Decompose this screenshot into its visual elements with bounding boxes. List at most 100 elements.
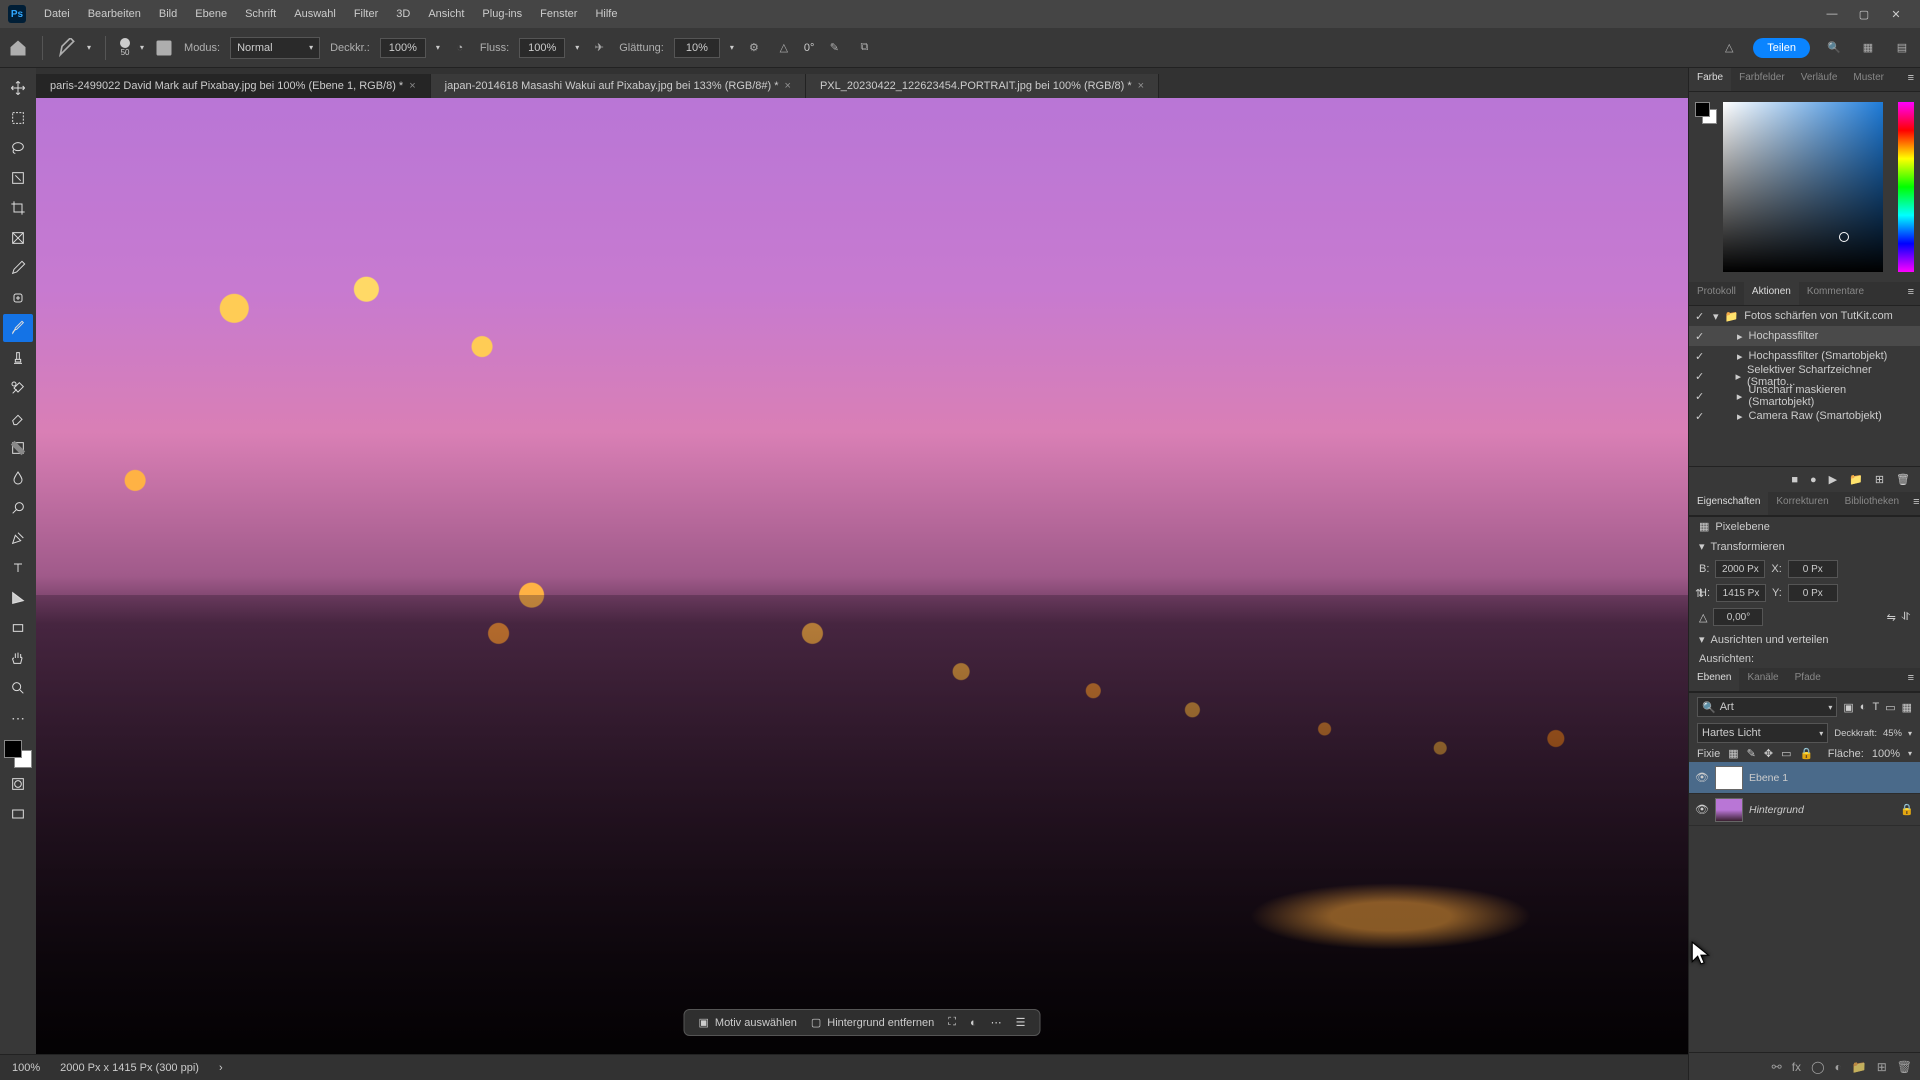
search-icon[interactable]: 🔍 <box>1824 38 1844 58</box>
menu-fenster[interactable]: Fenster <box>532 4 585 24</box>
tab-verlaufe[interactable]: Verläufe <box>1793 68 1846 91</box>
rectangle-tool[interactable] <box>3 614 33 642</box>
adjustment-icon[interactable]: ◐ <box>1835 1060 1842 1074</box>
filter-type-icon[interactable]: T <box>1872 701 1879 714</box>
fx-icon[interactable]: fx <box>1792 1060 1801 1074</box>
panel-menu-icon[interactable]: ≡ <box>1902 668 1920 691</box>
hue-slider[interactable] <box>1898 102 1914 272</box>
width-input[interactable]: 2000 Px <box>1715 560 1765 578</box>
play-icon[interactable]: ▶ <box>1829 473 1837 486</box>
gear-icon[interactable]: ⚙ <box>744 38 764 58</box>
panel-menu-icon[interactable]: ≡ <box>1907 492 1920 515</box>
layer-thumbnail[interactable] <box>1715 766 1743 790</box>
menu-auswahl[interactable]: Auswahl <box>286 4 344 24</box>
action-item[interactable]: ✓▸Camera Raw (Smartobjekt) <box>1689 406 1920 426</box>
lock-artboard-icon[interactable]: ▭ <box>1781 747 1791 760</box>
marquee-tool[interactable] <box>3 104 33 132</box>
screenmode-icon[interactable] <box>3 800 33 828</box>
x-input[interactable]: 0 Px <box>1788 560 1838 578</box>
tab-kanale[interactable]: Kanäle <box>1739 668 1786 691</box>
action-folder[interactable]: ✓▾📁Fotos schärfen von TutKit.com <box>1689 306 1920 326</box>
tab-ebenen[interactable]: Ebenen <box>1689 668 1739 691</box>
color-cursor[interactable] <box>1839 232 1849 242</box>
more-icon[interactable]: ⋯ <box>991 1016 1002 1029</box>
align-section[interactable]: ▾Ausrichten und verteilen <box>1689 629 1920 650</box>
flip-h-icon[interactable]: ⇋ <box>1887 611 1896 624</box>
flow-input[interactable]: 100% <box>519 38 565 58</box>
home-icon[interactable] <box>8 38 28 58</box>
new-folder-icon[interactable]: 📁 <box>1849 473 1863 486</box>
layer-name[interactable]: Ebene 1 <box>1749 772 1788 784</box>
airbrush-icon[interactable]: ✈ <box>589 38 609 58</box>
layer-filter[interactable]: 🔍Art▾ <box>1697 697 1837 717</box>
close-icon[interactable]: × <box>409 80 415 92</box>
menu-filter[interactable]: Filter <box>346 4 386 24</box>
blend-mode-select[interactable]: Normal▾ <box>230 37 320 59</box>
eyedropper-tool[interactable] <box>3 254 33 282</box>
y-input[interactable]: 0 Px <box>1788 584 1838 602</box>
angle-value[interactable]: 0° <box>804 42 815 54</box>
maximize-icon[interactable]: ▢ <box>1856 8 1872 21</box>
layer-thumbnail[interactable] <box>1715 798 1743 822</box>
brush-tool-icon[interactable] <box>57 38 77 58</box>
blur-tool[interactable] <box>3 464 33 492</box>
transform-icon[interactable]: ⛶ <box>948 1016 956 1029</box>
lock-all-icon[interactable]: 🔒 <box>1799 747 1813 760</box>
effects-icon[interactable]: ◐ <box>970 1017 977 1029</box>
crop-tool[interactable] <box>3 194 33 222</box>
trash-icon[interactable]: 🗑 <box>1896 473 1910 486</box>
filter-image-icon[interactable]: ▣ <box>1843 701 1853 714</box>
blend-mode-select[interactable]: Hartes Licht▾ <box>1697 723 1828 743</box>
canvas-viewport[interactable]: ▣Motiv auswählen ▢Hintergrund entfernen … <box>36 98 1688 1054</box>
new-action-icon[interactable]: ⊞ <box>1875 473 1884 486</box>
gradient-tool[interactable] <box>3 434 33 462</box>
menu-ebene[interactable]: Ebene <box>187 4 235 24</box>
record-icon[interactable]: ● <box>1810 474 1817 486</box>
action-item[interactable]: ✓▸Unscharf maskieren (Smartobjekt) <box>1689 386 1920 406</box>
eraser-tool[interactable] <box>3 404 33 432</box>
symmetry-icon[interactable]: ⧉ <box>854 38 874 58</box>
layer-row[interactable]: 👁 Ebene 1 <box>1689 762 1920 794</box>
smoothing-input[interactable]: 10% <box>674 38 720 58</box>
new-layer-icon[interactable]: ⊞ <box>1877 1060 1887 1074</box>
layer-name[interactable]: Hintergrund <box>1749 804 1804 816</box>
select-subject-button[interactable]: ▣Motiv auswählen <box>699 1016 797 1029</box>
filter-smart-icon[interactable]: ▦ <box>1902 701 1912 714</box>
lock-transparent-icon[interactable]: ▦ <box>1728 747 1738 760</box>
lasso-tool[interactable] <box>3 134 33 162</box>
flip-v-icon[interactable]: ⥯ <box>1902 611 1910 624</box>
link-layers-icon[interactable]: ⚯ <box>1772 1060 1782 1074</box>
visibility-icon[interactable]: 👁 <box>1695 803 1709 816</box>
menu-datei[interactable]: Datei <box>36 4 78 24</box>
tab-pxl[interactable]: PXL_20230422_122623454.PORTRAIT.jpg bei … <box>806 74 1159 98</box>
height-input[interactable]: 1415 Px <box>1716 584 1766 602</box>
opacity-input[interactable]: 100% <box>380 38 426 58</box>
frame-tool[interactable] <box>3 224 33 252</box>
panel-menu-icon[interactable]: ≡ <box>1902 68 1920 91</box>
close-icon[interactable]: × <box>785 80 791 92</box>
chevron-down-icon[interactable]: ▾ <box>140 43 144 52</box>
menu-ansicht[interactable]: Ansicht <box>420 4 472 24</box>
brush-panel-icon[interactable] <box>154 38 174 58</box>
pen-tool[interactable] <box>3 524 33 552</box>
visibility-icon[interactable]: 👁 <box>1695 771 1709 784</box>
angle-input[interactable]: 0,00° <box>1713 608 1763 626</box>
path-tool[interactable] <box>3 584 33 612</box>
tab-korrekturen[interactable]: Korrekturen <box>1768 492 1836 515</box>
tab-japan[interactable]: japan-2014618 Masashi Wakui auf Pixabay.… <box>431 74 806 98</box>
tab-pfade[interactable]: Pfade <box>1787 668 1829 691</box>
link-icon[interactable]: ⇅ <box>1695 587 1704 600</box>
history-brush-tool[interactable] <box>3 374 33 402</box>
fill-value[interactable]: 100% <box>1872 748 1900 760</box>
action-item[interactable]: ✓▸Hochpassfilter (Smartobjekt) <box>1689 346 1920 366</box>
color-picker[interactable] <box>1689 92 1920 282</box>
properties-icon[interactable]: ☰ <box>1016 1016 1026 1029</box>
pressure-size-icon[interactable]: ✎ <box>824 38 844 58</box>
selection-tool[interactable] <box>3 164 33 192</box>
panel-icon[interactable]: ▤ <box>1892 38 1912 58</box>
tab-kommentare[interactable]: Kommentare <box>1799 282 1872 305</box>
move-tool[interactable] <box>3 74 33 102</box>
tab-paris[interactable]: paris-2499022 David Mark auf Pixabay.jpg… <box>36 74 431 98</box>
tab-farbfelder[interactable]: Farbfelder <box>1731 68 1793 91</box>
chevron-down-icon[interactable]: ▾ <box>87 43 91 52</box>
